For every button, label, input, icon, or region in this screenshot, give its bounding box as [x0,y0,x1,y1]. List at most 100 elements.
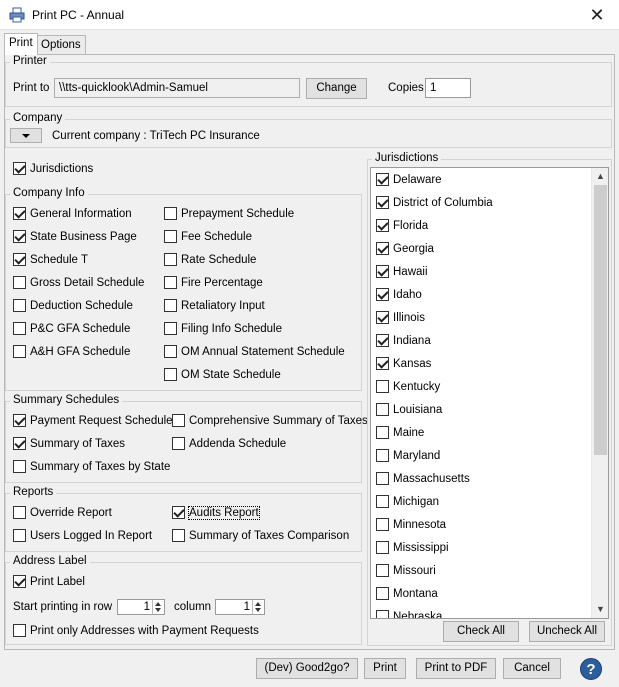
jurisdiction-item[interactable]: Hawaii [376,265,428,281]
jurisdiction-item[interactable]: Michigan [376,495,439,511]
checkbox-label: P&C GFA Schedule [30,323,131,335]
deduction-schedule-checkbox[interactable]: Deduction Schedule [13,299,133,315]
jurisdictions-group-label: Jurisdictions [372,152,442,164]
scroll-up-icon[interactable]: ▲ [592,168,608,185]
jurisdictions-list[interactable]: Delaware District of Columbia Florida Ge… [370,167,609,619]
dev-good2go-button[interactable]: (Dev) Good2go? [256,658,358,679]
jurisdiction-item[interactable]: Missouri [376,564,436,580]
audits-report-checkbox[interactable]: Audits Report [172,506,260,522]
checkbox-box [172,529,185,542]
jurisdiction-label: Kansas [393,358,432,370]
schedule-t-checkbox[interactable]: Schedule T [13,253,88,269]
state-business-page-checkbox[interactable]: State Business Page [13,230,137,246]
checkbox-label: Deduction Schedule [30,300,133,312]
jurisdiction-item[interactable]: Idaho [376,288,422,304]
jurisdiction-item[interactable]: Maryland [376,449,440,465]
jurisdictions-checkbox[interactable]: Jurisdictions [13,162,93,178]
jurisdiction-item[interactable]: Indiana [376,334,431,350]
om-state-schedule-checkbox[interactable]: OM State Schedule [164,368,281,384]
fee-schedule-checkbox[interactable]: Fee Schedule [164,230,252,246]
users-logged-in-report-checkbox[interactable]: Users Logged In Report [13,529,152,545]
copies-label: Copies [388,82,424,94]
om-annual-statement-schedule-checkbox[interactable]: OM Annual Statement Schedule [164,345,345,361]
change-printer-button[interactable]: Change [306,78,367,99]
retaliatory-input-checkbox[interactable]: Retaliatory Input [164,299,265,315]
payment-request-schedule-checkbox[interactable]: Payment Request Schedule [13,414,173,430]
filing-info-schedule-checkbox[interactable]: Filing Info Schedule [164,322,282,338]
checkbox-box [13,322,26,335]
rate-schedule-checkbox[interactable]: Rate Schedule [164,253,256,269]
checkbox-label: Rate Schedule [181,254,257,266]
jurisdictions-checkbox-label: Jurisdictions [30,163,94,175]
close-icon[interactable]: ✕ [585,3,609,27]
gross-detail-schedule-checkbox[interactable]: Gross Detail Schedule [13,276,144,292]
checkbox-label: Prepayment Schedule [181,208,295,220]
checkbox-box [376,495,389,508]
start-row-label: Start printing in row [13,601,113,613]
ah-gfa-schedule-checkbox[interactable]: A&H GFA Schedule [13,345,130,361]
chevron-down-icon[interactable] [10,128,42,143]
spinner-arrows-icon[interactable] [152,600,164,614]
print-to-label: Print to [13,82,50,94]
help-icon[interactable]: ? [580,658,602,680]
summary-of-taxes-checkbox[interactable]: Summary of Taxes [13,437,125,453]
checkbox-box [172,414,185,427]
only-payment-addresses-checkbox[interactable]: Print only Addresses with Payment Reques… [13,624,259,640]
jurisdiction-item[interactable]: Mississippi [376,541,449,557]
jurisdiction-label: Indiana [393,335,431,347]
column-spinner[interactable]: 1 [215,599,265,615]
jurisdiction-item[interactable]: Kansas [376,357,431,373]
uncheck-all-button[interactable]: Uncheck All [529,621,605,642]
tab-options[interactable]: Options [36,35,86,54]
pc-gfa-schedule-checkbox[interactable]: P&C GFA Schedule [13,322,130,338]
jurisdiction-item[interactable]: Florida [376,219,428,235]
checkbox-box [164,299,177,312]
checkbox-box [13,414,26,427]
jurisdiction-item[interactable]: Georgia [376,242,434,258]
summary-of-taxes-comparison-checkbox[interactable]: Summary of Taxes Comparison [172,529,349,545]
comprehensive-summary-checkbox[interactable]: Comprehensive Summary of Taxes [172,414,368,430]
override-report-checkbox[interactable]: Override Report [13,506,112,522]
checkbox-box [376,449,389,462]
summary-of-taxes-by-state-checkbox[interactable]: Summary of Taxes by State [13,460,170,476]
cancel-button[interactable]: Cancel [503,658,561,679]
print-to-field: \\tts-quicklook\Admin-Samuel [54,78,300,98]
copies-input[interactable]: 1 [425,78,471,98]
row-spinner[interactable]: 1 [117,599,165,615]
scroll-down-icon[interactable]: ▼ [592,601,608,618]
print-button[interactable]: Print [364,658,406,679]
checkbox-box [376,518,389,531]
fire-percentage-checkbox[interactable]: Fire Percentage [164,276,263,292]
scroll-thumb[interactable] [594,185,607,455]
jurisdiction-item[interactable]: Kentucky [376,380,440,396]
jurisdiction-item[interactable]: Illinois [376,311,425,327]
jurisdiction-item[interactable]: Minnesota [376,518,446,534]
print-label-checkbox[interactable]: Print Label [13,575,85,591]
checkbox-label: OM State Schedule [181,369,281,381]
check-all-button[interactable]: Check All [443,621,519,642]
jurisdiction-item[interactable]: Maine [376,426,424,442]
checkbox-label: Summary of Taxes Comparison [189,530,350,542]
checkbox-label: OM Annual Statement Schedule [181,346,345,358]
tab-print[interactable]: Print [4,33,38,55]
row-value: 1 [143,601,150,613]
checkbox-box [376,380,389,393]
jurisdiction-item[interactable]: Montana [376,587,438,603]
jurisdiction-item[interactable]: Delaware [376,173,442,189]
checkbox-box [376,311,389,324]
checkbox-box [376,196,389,209]
jurisdiction-item[interactable]: Massachusetts [376,472,470,488]
checkbox-label: Gross Detail Schedule [30,277,145,289]
jurisdiction-item[interactable]: Louisiana [376,403,442,419]
checkbox-label: Audits Report [188,506,260,520]
general-information-checkbox[interactable]: General Information [13,207,132,223]
addenda-schedule-checkbox[interactable]: Addenda Schedule [172,437,286,453]
jurisdiction-item[interactable]: District of Columbia [376,196,493,212]
jurisdiction-item[interactable]: Nebraska [376,610,442,618]
print-to-pdf-button[interactable]: Print to PDF [416,658,496,679]
prepayment-schedule-checkbox[interactable]: Prepayment Schedule [164,207,294,223]
jurisdictions-scrollbar[interactable]: ▲ ▼ [591,168,608,618]
checkbox-box [376,610,389,618]
jurisdiction-label: Maine [393,427,425,439]
spinner-arrows-icon[interactable] [252,600,264,614]
